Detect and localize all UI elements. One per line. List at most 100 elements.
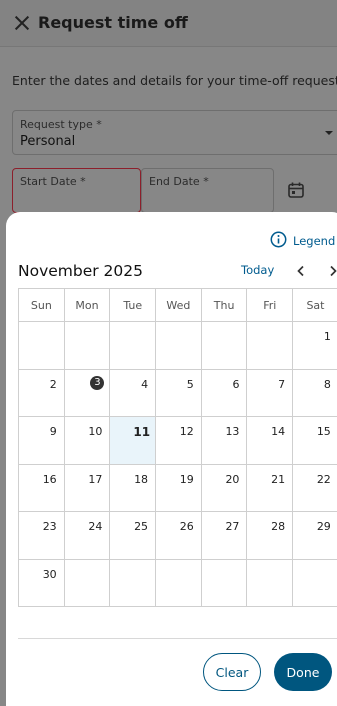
day-number: 4 bbox=[141, 377, 149, 391]
day-number: 11 bbox=[133, 425, 151, 439]
day-cell[interactable]: 5 bbox=[156, 369, 202, 417]
empty-cell bbox=[201, 322, 248, 370]
weekday-header: Sun bbox=[19, 289, 65, 322]
day-number: 21 bbox=[271, 472, 286, 486]
day-number: 27 bbox=[225, 520, 240, 533]
day-cell[interactable]: 22 bbox=[293, 465, 337, 512]
day-cell[interactable]: 15 bbox=[293, 417, 337, 465]
day-cell[interactable]: 21 bbox=[247, 464, 294, 512]
weekday-header: Thu bbox=[201, 289, 248, 322]
app-header: Request time off bbox=[0, 0, 337, 47]
day-number: 2 bbox=[49, 377, 57, 391]
day-number: 14 bbox=[271, 425, 286, 438]
day-number: 30 bbox=[42, 567, 57, 581]
day-number: 6 bbox=[232, 377, 240, 391]
day-number: 25 bbox=[134, 520, 149, 533]
calendar-sheet: Legend November 2025 Today Sun Mon Tue Wed T… bbox=[6, 212, 337, 706]
day-number: 3 bbox=[90, 375, 105, 390]
day-cell[interactable]: 3 bbox=[64, 369, 111, 417]
weekday-header: Wed bbox=[156, 289, 202, 322]
start-date-field[interactable]: Start Date * bbox=[12, 168, 141, 213]
empty-cell bbox=[156, 322, 202, 370]
day-cell[interactable]: 23 bbox=[19, 512, 65, 560]
day-cell[interactable]: 19 bbox=[156, 464, 202, 512]
day-cell[interactable]: 18 bbox=[110, 464, 157, 512]
day-cell[interactable]: 25 bbox=[110, 512, 157, 560]
end-date-label: End Date * bbox=[149, 175, 209, 188]
day-cell[interactable]: 30 bbox=[19, 559, 65, 607]
day-number: 20 bbox=[225, 472, 240, 486]
day-number: 28 bbox=[271, 520, 286, 533]
request-type-select[interactable]: Request type * Personal bbox=[12, 110, 337, 155]
day-cell[interactable]: 26 bbox=[156, 512, 202, 560]
legend-label: Legend bbox=[293, 234, 336, 248]
day-cell[interactable]: 20 bbox=[201, 464, 248, 512]
today-button[interactable]: Today bbox=[241, 263, 274, 277]
empty-cell bbox=[293, 560, 337, 607]
day-cell[interactable]: 28 bbox=[247, 512, 294, 560]
empty-cell bbox=[19, 322, 65, 370]
empty-cell bbox=[64, 559, 111, 607]
day-number: 8 bbox=[323, 377, 331, 391]
empty-cell bbox=[201, 559, 248, 607]
chevron-left-icon[interactable] bbox=[294, 263, 308, 277]
day-number: 12 bbox=[179, 425, 194, 438]
request-type-value: Personal bbox=[20, 134, 76, 149]
day-number: 5 bbox=[186, 377, 194, 391]
start-date-label: Start Date * bbox=[20, 175, 86, 188]
weekday-header: Tue bbox=[110, 289, 157, 322]
weekday-header: Sat bbox=[293, 289, 337, 322]
weekday-header: Mon bbox=[64, 289, 111, 322]
request-type-label: Request type * bbox=[20, 118, 102, 131]
day-cell[interactable]: 6 bbox=[201, 369, 248, 417]
day-number: 22 bbox=[316, 472, 331, 486]
empty-cell bbox=[247, 559, 294, 607]
day-cell[interactable]: 1 bbox=[293, 322, 337, 370]
day-cell[interactable]: 4 bbox=[110, 369, 157, 417]
empty-cell bbox=[110, 559, 157, 607]
end-date-field[interactable]: End Date * bbox=[141, 168, 274, 213]
day-number: 16 bbox=[42, 472, 57, 486]
empty-cell bbox=[156, 559, 202, 607]
day-number: 29 bbox=[316, 520, 331, 533]
close-icon[interactable] bbox=[13, 14, 31, 32]
calendar-icon[interactable] bbox=[287, 181, 305, 199]
day-number: 13 bbox=[225, 425, 240, 438]
day-cell[interactable]: 9 bbox=[19, 417, 65, 465]
day-cell[interactable]: 10 bbox=[64, 417, 111, 465]
day-cell[interactable]: 13 bbox=[201, 417, 248, 465]
day-cell[interactable]: 7 bbox=[247, 369, 294, 417]
clear-button[interactable]: Clear bbox=[203, 653, 261, 691]
day-number: 24 bbox=[88, 520, 103, 533]
divider bbox=[18, 638, 337, 639]
day-cell[interactable]: 17 bbox=[64, 464, 111, 512]
chevron-right-icon[interactable] bbox=[326, 263, 337, 277]
day-number: 26 bbox=[179, 520, 194, 533]
day-cell[interactable]: 12 bbox=[156, 417, 202, 465]
day-cell[interactable]: 16 bbox=[19, 464, 65, 512]
page-title: Request time off bbox=[38, 13, 188, 32]
day-number: 10 bbox=[88, 425, 103, 438]
legend-button[interactable]: Legend bbox=[270, 231, 336, 252]
day-cell[interactable]: 14 bbox=[247, 417, 294, 465]
day-cell[interactable]: 8 bbox=[293, 370, 337, 417]
day-number: 1 bbox=[323, 330, 331, 343]
empty-cell bbox=[110, 322, 157, 370]
day-cell[interactable]: 24 bbox=[64, 512, 111, 560]
month-title: November 2025 bbox=[18, 262, 144, 280]
weekday-header: Fri bbox=[247, 289, 294, 322]
day-number: 9 bbox=[49, 425, 57, 438]
day-cell[interactable]: 29 bbox=[293, 512, 337, 560]
day-cell[interactable]: 11 bbox=[110, 417, 157, 465]
empty-cell bbox=[247, 322, 294, 370]
day-number: 23 bbox=[42, 520, 57, 533]
done-button[interactable]: Done bbox=[274, 653, 332, 691]
day-number: 19 bbox=[179, 472, 194, 486]
empty-cell bbox=[64, 322, 111, 370]
day-number: 15 bbox=[316, 425, 331, 438]
day-number: 17 bbox=[88, 472, 103, 486]
info-icon bbox=[270, 231, 287, 252]
day-number: 7 bbox=[278, 377, 286, 391]
day-cell[interactable]: 2 bbox=[19, 369, 65, 417]
day-cell[interactable]: 27 bbox=[201, 512, 248, 560]
